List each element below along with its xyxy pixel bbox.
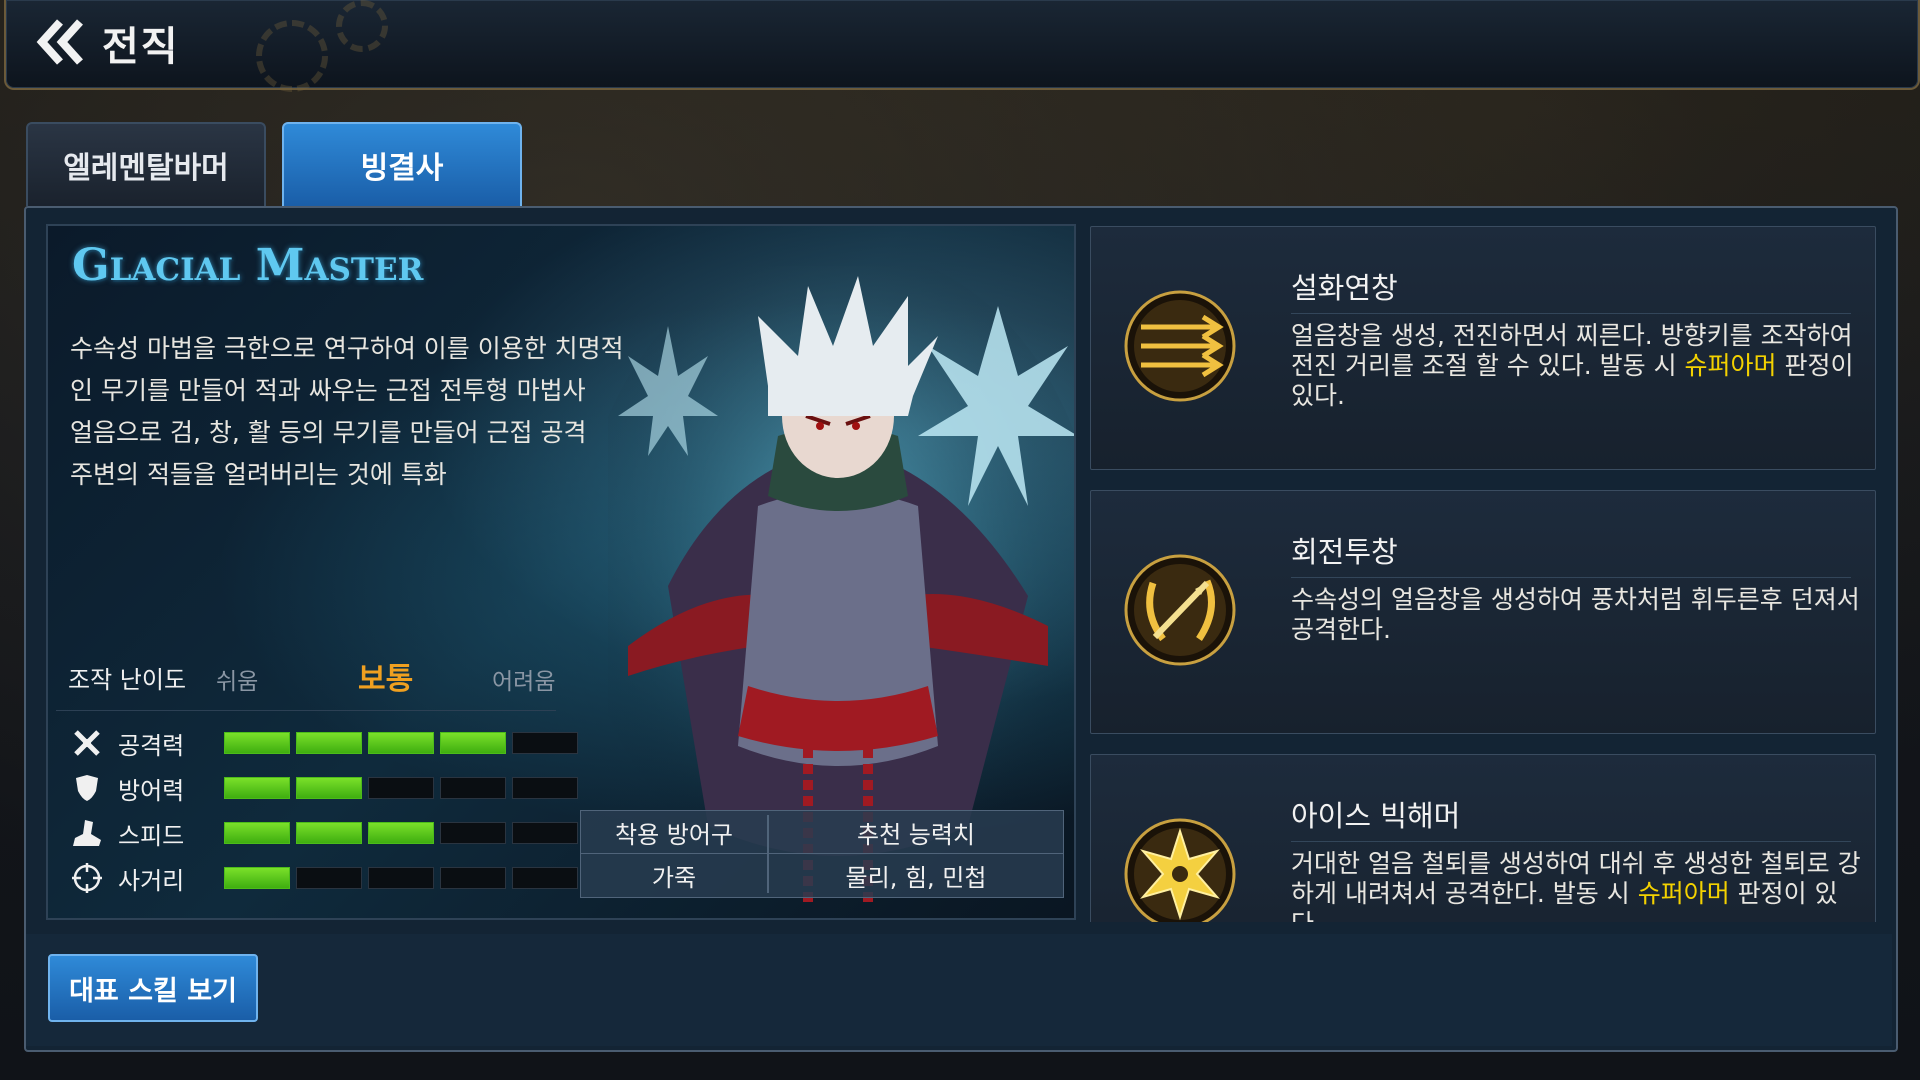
class-description-line: 수속성 마법을 극한으로 연구하여 이를 이용한 치명적: [70, 334, 624, 363]
divider: [56, 710, 556, 711]
stat-bar-segment: [368, 732, 434, 754]
show-skill-button[interactable]: 대표 스킬 보기: [48, 954, 258, 1022]
stat-bar-segment: [440, 732, 506, 754]
stat-bar-segment: [512, 867, 578, 889]
stat-bar-segment: [224, 822, 290, 844]
header-bar: 전직: [4, 0, 1920, 92]
skill-description: 수속성의 얼음창을 생성하여 풍차처럼 휘두른후 던져서 공격한다.: [1291, 585, 1860, 644]
armor-header: 착용 방어구: [614, 820, 734, 849]
difficulty-label: 조작 난이도: [68, 666, 187, 694]
difficulty-easy: 쉬움: [216, 669, 259, 695]
gear-decoration: [256, 20, 328, 92]
back-button[interactable]: [34, 18, 94, 66]
stat-bar: [224, 867, 578, 889]
skill-card[interactable]: 회전투창 수속성의 얼음창을 생성하여 풍차처럼 휘두른후 던져서 공격한다.: [1090, 490, 1876, 734]
stat-bar-segment: [296, 867, 362, 889]
class-description-line: 주변의 적들을 얼려버리는 것에 특화: [70, 460, 447, 489]
stat-bar-segment: [368, 867, 434, 889]
stat-name: 방어력: [118, 776, 185, 805]
stat-bar-segment: [296, 822, 362, 844]
spinning-spear-icon: [1124, 554, 1236, 666]
skill-description: 거대한 얼음 철퇴를 생성하여 대쉬 후 생성한 철퇴로 강하게 내려쳐서 공격…: [1291, 849, 1861, 922]
stat-name: 사거리: [118, 866, 185, 895]
tab-glacial-master[interactable]: 빙결사: [282, 122, 522, 206]
ice-crystal-icon: [1124, 818, 1236, 922]
equipment-info-table: 착용 방어구 추천 능력치 가죽 물리, 힘, 민첩: [580, 810, 1064, 898]
boot-icon: [70, 816, 104, 850]
difficulty-normal-selected: 보통: [358, 662, 414, 697]
page-title: 전직: [102, 24, 180, 70]
skill-highlight: 슈퍼아머: [1684, 351, 1777, 380]
stat-bar-segment: [296, 732, 362, 754]
stat-row-speed: 스피드: [70, 814, 578, 852]
difficulty-hard: 어려움: [492, 669, 556, 695]
skill-name: 아이스 빅해머: [1291, 799, 1461, 833]
stat-bar-segment: [440, 867, 506, 889]
stat-bar: [224, 732, 578, 754]
skill-name: 설화연창: [1291, 271, 1398, 305]
armor-value: 가죽: [651, 863, 697, 892]
class-title: Glacial Master: [72, 240, 424, 291]
multi-spear-icon: [1124, 290, 1236, 402]
skill-name: 회전투창: [1291, 535, 1398, 569]
recommended-stat-value: 물리, 힘, 민첩: [845, 863, 987, 892]
class-description-line: 얼음으로 검, 창, 활 등의 무기를 만들어 근접 공격: [70, 418, 587, 447]
stat-bar: [224, 777, 578, 799]
stat-bar-segment: [224, 732, 290, 754]
gear-decoration: [336, 0, 388, 52]
skill-description: 얼음창을 생성, 전진하면서 찌른다. 방향키를 조작하여 전진 거리를 조절 …: [1291, 321, 1854, 410]
stat-bar-segment: [512, 777, 578, 799]
skill-highlight: 슈퍼아머: [1637, 879, 1730, 908]
stat-bar-segment: [368, 822, 434, 844]
tab-elemental-bomber[interactable]: 엘레멘탈바머: [26, 122, 266, 206]
skill-card[interactable]: 설화연창 얼음창을 생성, 전진하면서 찌른다. 방향키를 조작하여 전진 거리…: [1090, 226, 1876, 470]
class-description-line: 인 무기를 만들어 적과 싸우는 근접 전투형 마법사: [70, 376, 586, 405]
stat-bar-segment: [440, 822, 506, 844]
stat-bar: [224, 822, 578, 844]
stat-bar-segment: [440, 777, 506, 799]
skill-list[interactable]: 설화연창 얼음창을 생성, 전진하면서 찌른다. 방향키를 조작하여 전진 거리…: [1088, 224, 1878, 922]
skill-card[interactable]: 아이스 빅해머 거대한 얼음 철퇴를 생성하여 대쉬 후 생성한 철퇴로 강하게…: [1090, 754, 1876, 922]
stat-row-range: 사거리: [70, 859, 578, 897]
bottom-bar: [26, 934, 1892, 1046]
stat-row-attack: 공격력: [70, 724, 578, 762]
class-info-panel: Glacial Master 수속성 마법을 극한으로 연구하여 이를 이용한 …: [46, 224, 1076, 920]
stat-bar-segment: [368, 777, 434, 799]
stat-bar-segment: [224, 867, 290, 889]
crossed-swords-icon: [70, 726, 104, 760]
stat-bar-segment: [296, 777, 362, 799]
stat-bar-segment: [224, 777, 290, 799]
stat-row-defense: 방어력: [70, 769, 578, 807]
shield-icon: [70, 771, 104, 805]
crosshair-icon: [70, 861, 104, 895]
stat-name: 공격력: [118, 731, 185, 760]
class-description: 수속성 마법을 극한으로 연구하여 이를 이용한 치명적 인 무기를 만들어 적…: [70, 328, 710, 496]
recommended-stat-header: 추천 능력치: [856, 820, 976, 849]
double-chevron-left-icon: [36, 19, 83, 65]
stat-bar-segment: [512, 822, 578, 844]
stat-bar-segment: [512, 732, 578, 754]
stat-name: 스피드: [118, 821, 185, 850]
